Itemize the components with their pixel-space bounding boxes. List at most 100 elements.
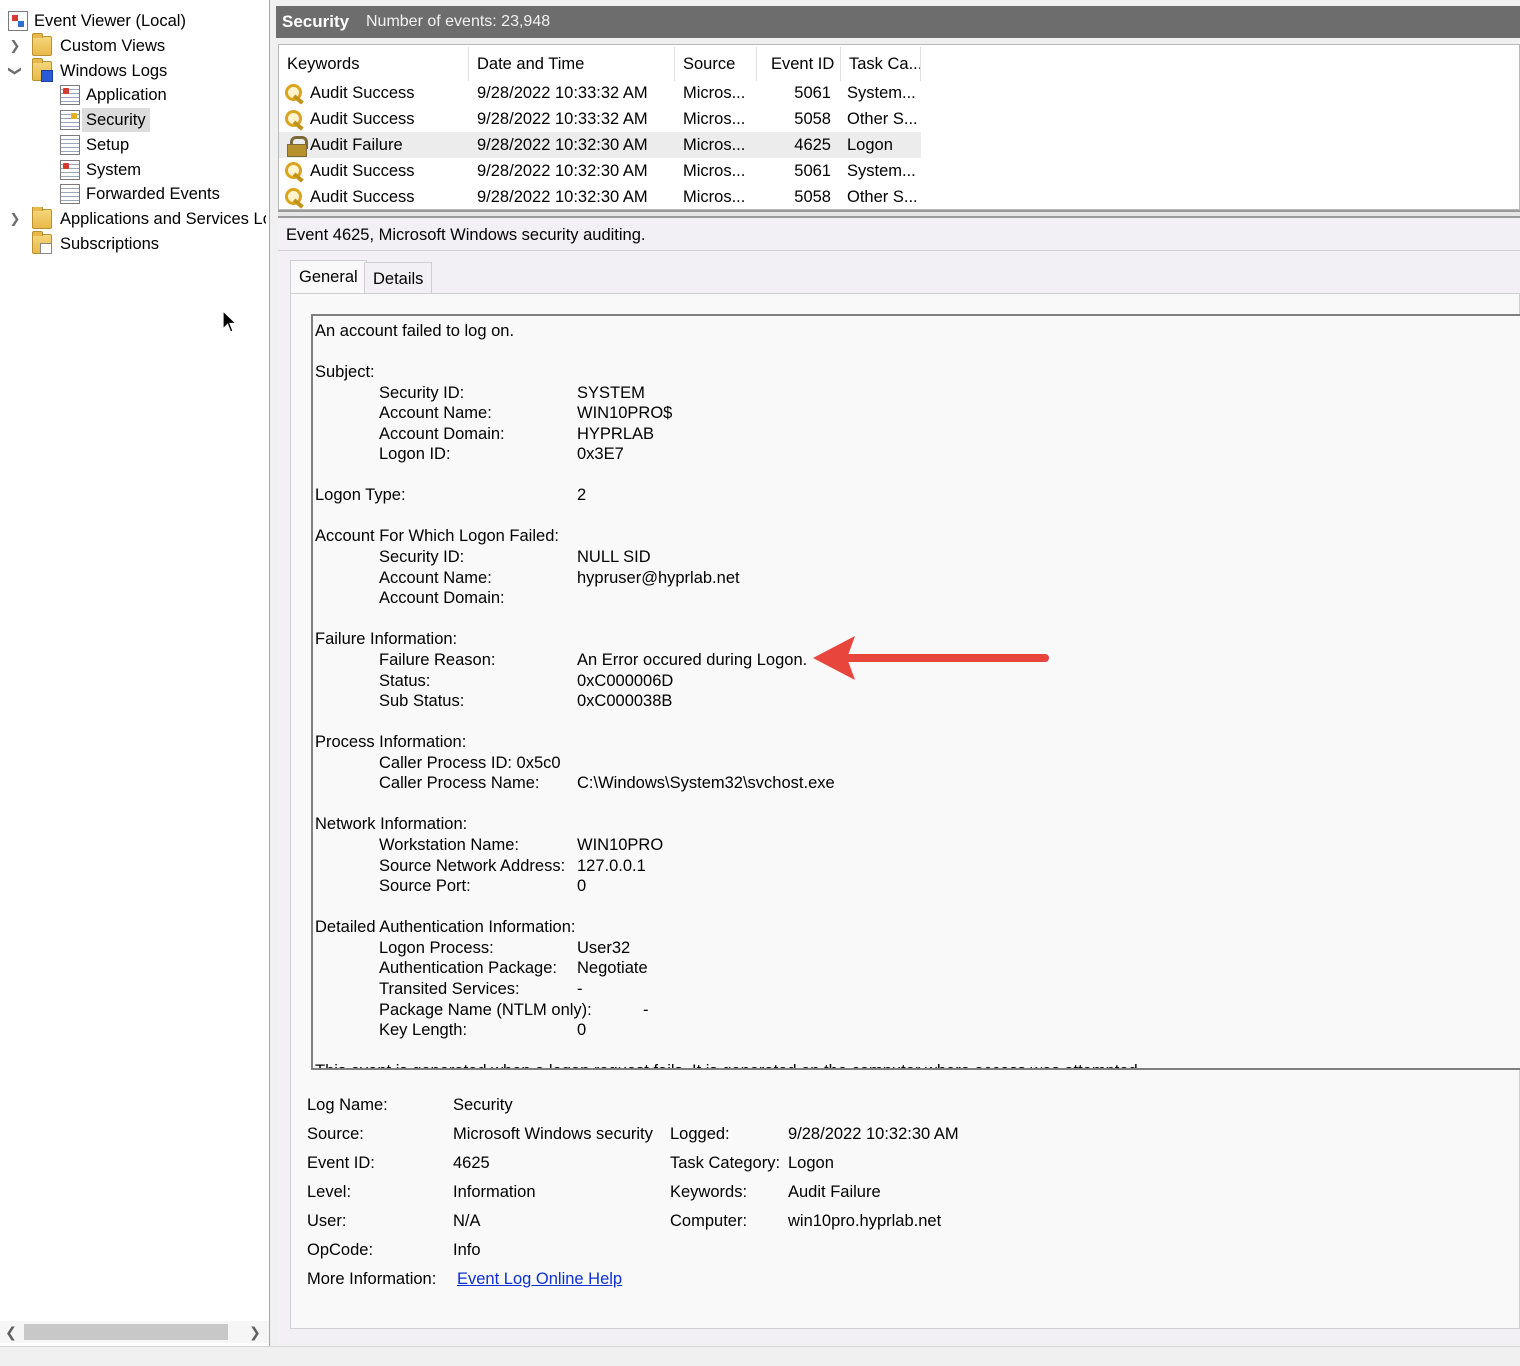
- cell-source: Micros...: [683, 84, 746, 102]
- field-row: Security ID: NULL SID: [313, 547, 1213, 567]
- cell-event-id: 4625: [794, 136, 831, 154]
- description-trailer: This event is generated when a logon req…: [315, 1061, 1142, 1068]
- field-label: Authentication Package:: [379, 959, 557, 977]
- prop-value-event-id: 4625: [453, 1154, 490, 1172]
- cell-keyword: Audit Success: [310, 110, 415, 128]
- field-value: 2: [577, 486, 587, 504]
- field-label: Logon Process:: [379, 939, 494, 957]
- field-label: Security ID:: [379, 548, 465, 566]
- pane-splitter[interactable]: [270, 0, 276, 1350]
- field-label: Account Domain:: [379, 425, 505, 443]
- field-row: Caller Process Name: C:\Windows\System32…: [313, 773, 1213, 793]
- event-description-box[interactable]: An account failed to log on. Subject: Se…: [311, 314, 1520, 1070]
- event-count: Number of events: 23,948: [366, 13, 551, 30]
- tree-item-forwarded-events[interactable]: Forwarded Events: [58, 182, 266, 206]
- event-row[interactable]: Audit Success 9/28/2022 10:33:32 AM Micr…: [279, 106, 921, 132]
- prop-label-source: Source:: [307, 1125, 364, 1143]
- field-row: Logon Type: 2: [313, 485, 1213, 505]
- tree-label: Event Viewer (Local): [34, 12, 186, 30]
- cell-source: Micros...: [683, 136, 746, 154]
- tree-label: Application: [86, 86, 167, 104]
- event-detail-heading: Event 4625, Microsoft Windows security a…: [286, 226, 646, 244]
- tree-item-application[interactable]: Application: [58, 83, 266, 107]
- help-link-text[interactable]: Event Log Online Help: [457, 1270, 622, 1288]
- field-value: 0x3E7: [577, 445, 624, 463]
- tree-horizontal-scrollbar[interactable]: ❮ ❯: [0, 1321, 269, 1343]
- field-value: -: [577, 980, 583, 998]
- log-icon: [60, 135, 80, 155]
- column-header-source[interactable]: Source: [675, 47, 757, 81]
- column-header-event-id[interactable]: Event ID: [757, 47, 841, 81]
- column-header-keywords[interactable]: Keywords: [279, 47, 469, 81]
- chevron-right-icon[interactable]: ❯: [8, 207, 22, 231]
- cell-task-category: System...: [847, 84, 916, 102]
- field-row: Caller Process ID: 0x5c0: [313, 753, 1213, 773]
- field-value: hypruser@hyprlab.net: [577, 569, 740, 587]
- description-intro: An account failed to log on.: [315, 322, 515, 340]
- tab-general[interactable]: General: [290, 260, 367, 294]
- field-row: Workstation Name: WIN10PRO: [313, 835, 1213, 855]
- cell-event-id: 5058: [794, 110, 831, 128]
- chevron-right-icon[interactable]: ❯: [8, 34, 22, 58]
- cell-date-time: 9/28/2022 10:33:32 AM: [477, 110, 648, 128]
- field-row: Logon ID: 0x3E7: [313, 444, 1213, 464]
- field-value: -: [643, 1001, 649, 1019]
- tree-item-applications-and-services[interactable]: ❯ Applications and Services Lo: [8, 207, 266, 231]
- chevron-down-icon[interactable]: ❯: [3, 64, 27, 78]
- tree-label: System: [86, 161, 142, 179]
- field-label: Account Domain:: [379, 589, 505, 607]
- cell-event-id: 5061: [794, 162, 831, 180]
- folder-icon: [32, 33, 52, 56]
- audit-success-key-icon: [285, 188, 305, 206]
- prop-value-source: Microsoft Windows security: [453, 1125, 653, 1143]
- event-log-online-help-link[interactable]: Event Log Online Help: [457, 1267, 622, 1291]
- tree-item-event-viewer-local[interactable]: Event Viewer (Local): [6, 9, 266, 33]
- list-detail-splitter[interactable]: [278, 210, 1520, 218]
- event-detail-pane: Event 4625, Microsoft Windows security a…: [278, 220, 1520, 1344]
- field-label: Caller Process Name:: [379, 774, 540, 792]
- field-label: Security ID:: [379, 384, 465, 402]
- field-row: Security ID: SYSTEM: [313, 383, 1213, 403]
- cell-keyword: Audit Success: [310, 84, 415, 102]
- tree-item-windows-logs[interactable]: ❯ Windows Logs: [8, 58, 266, 83]
- tree-item-security[interactable]: Security: [58, 108, 266, 132]
- field-label: Caller Process ID: 0x5c0: [379, 754, 561, 772]
- field-label: Package Name (NTLM only):: [379, 1001, 592, 1019]
- scroll-left-icon[interactable]: ❮: [0, 1321, 22, 1343]
- prop-label-event-id: Event ID:: [307, 1154, 375, 1172]
- field-row: Account Domain: HYPRLAB: [313, 424, 1213, 444]
- field-value: C:\Windows\System32\svchost.exe: [577, 774, 835, 792]
- tab-details[interactable]: Details: [364, 262, 433, 294]
- windows-logs-icon: [32, 58, 53, 82]
- tree-item-system[interactable]: System: [58, 158, 266, 182]
- cell-date-time: 9/28/2022 10:32:30 AM: [477, 136, 648, 154]
- event-row[interactable]: Audit Success 9/28/2022 10:33:32 AM Micr…: [279, 80, 921, 106]
- prop-label-user: User:: [307, 1212, 347, 1230]
- section-header: Process Information:: [315, 733, 467, 751]
- column-header-date-time[interactable]: Date and Time: [469, 47, 675, 81]
- event-row[interactable]: Audit Success 9/28/2022 10:32:30 AM Micr…: [279, 184, 921, 210]
- event-row[interactable]: Audit Success 9/28/2022 10:32:30 AM Micr…: [279, 158, 921, 184]
- field-row: Logon Process: User32: [313, 938, 1213, 958]
- tree-label: Windows Logs: [60, 62, 168, 80]
- column-header-task-category[interactable]: Task Ca...: [841, 47, 921, 81]
- field-label: Account Name:: [379, 404, 492, 422]
- scroll-right-icon[interactable]: ❯: [244, 1321, 266, 1343]
- cell-date-time: 9/28/2022 10:32:30 AM: [477, 188, 648, 206]
- tree-item-setup[interactable]: Setup: [58, 133, 266, 157]
- field-row: Package Name (NTLM only): -: [313, 1000, 1213, 1020]
- field-label: Source Port:: [379, 877, 471, 895]
- log-title: Security: [282, 12, 350, 31]
- log-icon: [60, 184, 80, 204]
- audit-success-key-icon: [285, 162, 305, 180]
- log-header-bar: Security Number of events: 23,948: [276, 6, 1520, 38]
- cell-keyword: Audit Success: [310, 162, 415, 180]
- event-row-selected[interactable]: Audit Failure 9/28/2022 10:32:30 AM Micr…: [279, 132, 921, 158]
- scrollbar-thumb[interactable]: [24, 1324, 228, 1340]
- section-header: Detailed Authentication Information:: [315, 918, 576, 936]
- cell-source: Micros...: [683, 110, 746, 128]
- prop-label-more-information: More Information:: [307, 1270, 437, 1288]
- tree-item-custom-views[interactable]: ❯ Custom Views: [8, 33, 266, 58]
- cell-date-time: 9/28/2022 10:32:30 AM: [477, 162, 648, 180]
- tree-item-subscriptions[interactable]: Subscriptions: [8, 231, 266, 256]
